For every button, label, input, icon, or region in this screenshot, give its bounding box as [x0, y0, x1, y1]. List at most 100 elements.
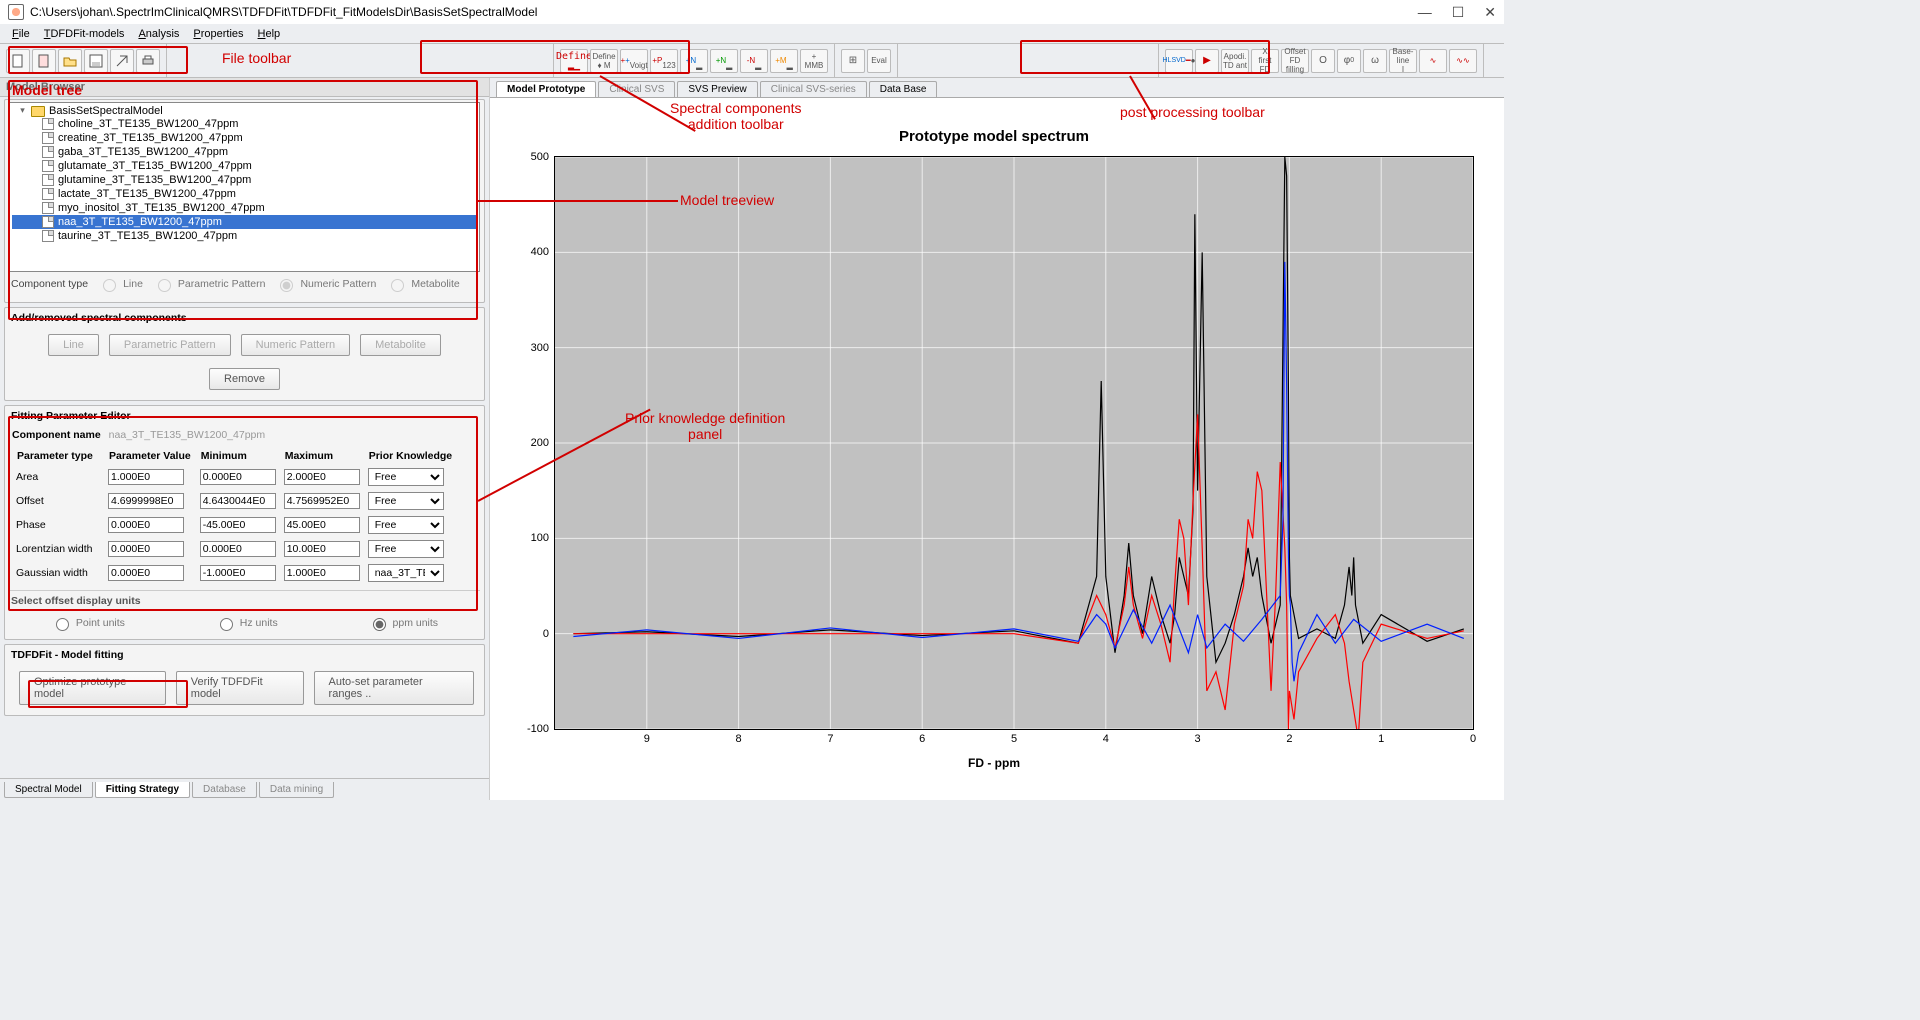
- param-max-input[interactable]: [284, 541, 360, 557]
- plus-n-green-icon[interactable]: +N▂: [710, 49, 738, 73]
- param-name: Gaussian width: [13, 562, 103, 584]
- menu-file[interactable]: File: [6, 26, 36, 42]
- btab-data-mining[interactable]: Data mining: [259, 782, 334, 798]
- tree-item[interactable]: choline_3T_TE135_BW1200_47ppm: [12, 117, 477, 131]
- file-icon: [42, 160, 54, 172]
- param-value-input[interactable]: [108, 565, 184, 581]
- add-numeric-button[interactable]: Numeric Pattern: [241, 334, 350, 356]
- param-value-input[interactable]: [108, 493, 184, 509]
- maximize-button[interactable]: ☐: [1452, 4, 1465, 21]
- menu-properties[interactable]: Properties: [187, 26, 249, 42]
- unit-point[interactable]: Point units: [51, 615, 125, 631]
- plus-n-blue-icon[interactable]: +N▂: [680, 49, 708, 73]
- tree-root[interactable]: ▾ BasisSetSpectralModel: [12, 105, 477, 117]
- param-max-input[interactable]: [284, 493, 360, 509]
- delete-icon[interactable]: [110, 49, 134, 73]
- tree-item[interactable]: lactate_3T_TE135_BW1200_47ppm: [12, 187, 477, 201]
- add-line-button[interactable]: Line: [48, 334, 99, 356]
- open-icon[interactable]: [58, 49, 82, 73]
- param-pk-select[interactable]: Free: [368, 540, 444, 558]
- param-pk-select[interactable]: Free: [368, 468, 444, 486]
- plus-plus-voigt-icon[interactable]: ++Voigt: [620, 49, 648, 73]
- verify-button[interactable]: Verify TDFDFit model: [176, 671, 304, 705]
- menu-tdfdfit-models[interactable]: TDFDFit-models: [38, 26, 131, 42]
- add-metabolite-button[interactable]: Metabolite: [360, 334, 441, 356]
- add-parametric-button[interactable]: Parametric Pattern: [109, 334, 231, 356]
- menu-help[interactable]: Help: [252, 26, 287, 42]
- param-min-input[interactable]: [200, 517, 276, 533]
- hdr-min: Minimum: [197, 448, 279, 464]
- param-value-input[interactable]: [108, 517, 184, 533]
- first-fd-icon[interactable]: XfirstFD: [1251, 49, 1279, 73]
- tree-item[interactable]: myo_inositol_3T_TE135_BW1200_47ppm: [12, 201, 477, 215]
- tab-clinical-svs-series[interactable]: Clinical SVS-series: [760, 81, 867, 97]
- autoset-button[interactable]: Auto-set parameter ranges ..: [314, 671, 474, 705]
- eval-icon[interactable]: Eval: [867, 49, 891, 73]
- minus-n-icon[interactable]: -N▂: [740, 49, 768, 73]
- apodi-icon[interactable]: Apodi.TD ant: [1221, 49, 1249, 73]
- optimize-button[interactable]: Optimize prototype model: [19, 671, 166, 705]
- btab-fitting-strategy[interactable]: Fitting Strategy: [95, 782, 190, 798]
- minimize-button[interactable]: —: [1418, 4, 1432, 21]
- tree-item-label: choline_3T_TE135_BW1200_47ppm: [58, 118, 238, 130]
- param-pk-select[interactable]: naa_3T_TE1...: [368, 564, 444, 582]
- param-max-input[interactable]: [284, 517, 360, 533]
- param-min-input[interactable]: [200, 541, 276, 557]
- baseline3-icon[interactable]: ∿∿: [1449, 49, 1477, 73]
- tree-item[interactable]: taurine_3T_TE135_BW1200_47ppm: [12, 229, 477, 243]
- tree-item[interactable]: glutamate_3T_TE135_BW1200_47ppm: [12, 159, 477, 173]
- remove-button[interactable]: Remove: [209, 368, 280, 390]
- tree-item-label: taurine_3T_TE135_BW1200_47ppm: [58, 230, 237, 242]
- tab-model-prototype[interactable]: Model Prototype: [496, 81, 596, 97]
- param-pk-select[interactable]: Free: [368, 492, 444, 510]
- param-pk-select[interactable]: Free: [368, 516, 444, 534]
- btab-database[interactable]: Database: [192, 782, 257, 798]
- param-value-input[interactable]: [108, 469, 184, 485]
- tab-clinical-svs[interactable]: Clinical SVS: [598, 81, 675, 97]
- param-value-input[interactable]: [108, 541, 184, 557]
- baseline1-icon[interactable]: Base-lineI: [1389, 49, 1417, 73]
- save-icon[interactable]: [84, 49, 108, 73]
- plot[interactable]: -10001002003004005009876543210: [554, 156, 1474, 730]
- y-tick: 200: [531, 437, 555, 449]
- param-min-input[interactable]: [200, 565, 276, 581]
- tab-svs-preview[interactable]: SVS Preview: [677, 81, 757, 97]
- phi-icon[interactable]: φ0: [1337, 49, 1361, 73]
- tree-item[interactable]: creatine_3T_TE135_BW1200_47ppm: [12, 131, 477, 145]
- param-max-input[interactable]: [284, 469, 360, 485]
- tree-item-label: naa_3T_TE135_BW1200_47ppm: [58, 216, 222, 228]
- model-tree[interactable]: ▾ BasisSetSpectralModel choline_3T_TE135…: [9, 102, 480, 272]
- offset-filling-icon[interactable]: OffsetFDfilling: [1281, 49, 1309, 73]
- tree-item[interactable]: naa_3T_TE135_BW1200_47ppm: [12, 215, 477, 229]
- unit-hz[interactable]: Hz units: [215, 615, 278, 631]
- zero-order-icon[interactable]: O: [1311, 49, 1335, 73]
- tab-database[interactable]: Data Base: [869, 81, 938, 97]
- x-tick: 0: [1470, 729, 1476, 745]
- baseline2-icon[interactable]: ∿: [1419, 49, 1447, 73]
- tree-item[interactable]: gaba_3T_TE135_BW1200_47ppm: [12, 145, 477, 159]
- new-icon[interactable]: [6, 49, 30, 73]
- new-doc-icon[interactable]: [32, 49, 56, 73]
- zoom-icon[interactable]: ⊞: [841, 49, 865, 73]
- menu-analysis[interactable]: Analysis: [132, 26, 185, 42]
- param-max-input[interactable]: [284, 565, 360, 581]
- plus-p-icon[interactable]: +P123: [650, 49, 678, 73]
- tree-item[interactable]: glutamine_3T_TE135_BW1200_47ppm: [12, 173, 477, 187]
- param-min-input[interactable]: [200, 469, 276, 485]
- expand-icon[interactable]: ▾: [18, 107, 27, 116]
- unit-ppm[interactable]: ppm units: [368, 615, 439, 631]
- comp-name-value: naa_3T_TE135_BW1200_47ppm: [109, 429, 265, 441]
- play-icon[interactable]: ▶: [1195, 49, 1219, 73]
- tree-item-label: lactate_3T_TE135_BW1200_47ppm: [58, 188, 236, 200]
- param-min-input[interactable]: [200, 493, 276, 509]
- print-icon[interactable]: [136, 49, 160, 73]
- define-line-icon[interactable]: Define▂▁: [560, 49, 588, 73]
- component-type-row: Component type Line Parametric Pattern N…: [9, 272, 480, 296]
- omega-icon[interactable]: ω: [1363, 49, 1387, 73]
- plus-m-icon[interactable]: +M▂: [770, 49, 798, 73]
- plus-mmb-icon[interactable]: +MMB: [800, 49, 828, 73]
- btab-spectral-model[interactable]: Spectral Model: [4, 782, 93, 798]
- close-button[interactable]: ✕: [1484, 4, 1496, 21]
- define-m-icon[interactable]: Define♦ M: [590, 49, 618, 73]
- hlsvd-icon[interactable]: HLSVD━●: [1165, 49, 1193, 73]
